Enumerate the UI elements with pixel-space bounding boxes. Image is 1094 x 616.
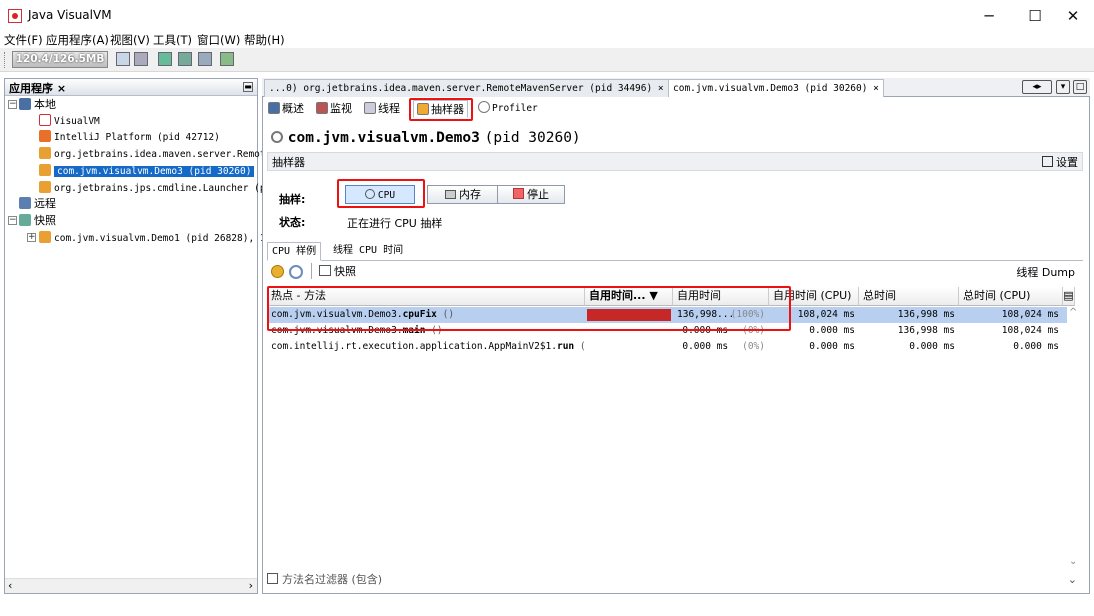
column-chooser-icon[interactable]: ▤	[1063, 287, 1075, 306]
java-icon	[39, 181, 51, 193]
table-row[interactable]: com.intellij.rt.execution.application.Ap…	[267, 339, 1067, 355]
reset-icon[interactable]	[289, 265, 303, 279]
remote-host-icon	[19, 197, 31, 209]
highlight-sampler-tab	[409, 98, 473, 121]
menu-application[interactable]: 应用程序(A)	[46, 32, 109, 48]
stop-button[interactable]: 停止	[497, 185, 565, 204]
tab-profiler[interactable]: Profiler	[475, 100, 541, 118]
tab-demo3[interactable]: com.jvm.visualvm.Demo3 (pid 30260) ×	[668, 79, 884, 97]
expander-snapshots[interactable]: −	[8, 216, 17, 225]
toolbar-grip	[4, 52, 6, 68]
applications-panel-header: 应用程序 × ▬	[5, 79, 257, 96]
scroll-left-icon[interactable]: ‹	[8, 579, 12, 592]
threads-icon	[364, 102, 376, 114]
thread-dump-icon[interactable]	[198, 52, 212, 66]
menu-tools[interactable]: 工具(T)	[153, 32, 192, 48]
tree-node-demo1[interactable]: com.jvm.visualvm.Demo1 (pid 26828), 13	[39, 229, 271, 246]
close-button[interactable]: ✕	[1050, 0, 1094, 32]
open-icon[interactable]	[116, 52, 130, 66]
tab-cpu-samples[interactable]: CPU 样例	[267, 242, 322, 261]
process-title: com.jvm.visualvm.Demo3 (pid 30260)	[271, 128, 581, 146]
status-label: 状态:	[279, 216, 306, 229]
filter-icon	[267, 573, 278, 584]
profiler-icon	[478, 101, 490, 113]
memory-icon	[445, 190, 456, 199]
menu-help[interactable]: 帮助(H)	[244, 32, 285, 48]
java-icon	[39, 164, 51, 176]
tab-list-icon[interactable]: ▾	[1056, 80, 1070, 94]
tab-monitor[interactable]: 监视	[313, 100, 355, 118]
visualvm-icon	[39, 114, 51, 126]
add-jmx-icon[interactable]	[158, 52, 172, 66]
result-tabs: CPU 样例 线程 CPU 时间	[267, 242, 1083, 261]
menu-bar: 文件(F) 应用程序(A) 视图(V) 工具(T) 窗口(W) 帮助(H)	[0, 30, 1094, 48]
tree-node-snapshots[interactable]: 快照	[19, 212, 56, 229]
tab-scroll-icon[interactable]: ◂▸	[1022, 80, 1052, 94]
stop-icon	[513, 188, 524, 199]
tab-threads[interactable]: 线程	[361, 100, 403, 118]
memory-indicator[interactable]: 120.4/126.5MB	[12, 51, 108, 68]
filter-dropdown-icon[interactable]: ⌄	[1068, 571, 1077, 589]
java-icon	[39, 231, 51, 243]
menu-window[interactable]: 窗口(W)	[197, 32, 240, 48]
highlight-cpu-button	[337, 179, 425, 208]
scroll-down-icon[interactable]: ⌄	[1069, 556, 1077, 567]
snapshot-button[interactable]: 快照	[319, 263, 356, 279]
expander-demo1[interactable]: +	[27, 233, 36, 242]
window-title: Java VisualVM	[28, 8, 112, 22]
snapshot-icon[interactable]	[220, 52, 234, 66]
checkbox-icon[interactable]	[1042, 156, 1053, 167]
minimize-button[interactable]: ─	[966, 0, 1012, 32]
save-icon[interactable]	[134, 52, 148, 66]
applications-panel: 应用程序 × ▬ − 本地 VisualVM IntelliJ Platform…	[4, 78, 271, 594]
tree-horizontal-scrollbar[interactable]: ‹ ›	[5, 578, 257, 593]
content-panel: 概述 监视 线程 抽样器 Profiler com.jvm.visualvm.D…	[262, 97, 1090, 594]
sample-label: 抽样:	[279, 193, 306, 206]
tree-node-launcher[interactable]: org.jetbrains.jps.cmdline.Launcher (pi	[39, 179, 271, 196]
maximize-window-icon[interactable]: □	[1073, 80, 1087, 94]
heap-dump-icon[interactable]	[178, 52, 192, 66]
scroll-up-icon[interactable]: ^	[1069, 307, 1077, 318]
java-icon	[39, 147, 51, 159]
tree-node-remote[interactable]: 远程	[19, 195, 56, 212]
java-app-icon	[8, 9, 22, 23]
title-bar: Java VisualVM ─ ☐ ✕	[0, 0, 1094, 32]
monitor-icon	[316, 102, 328, 114]
status-value: 正在进行 CPU 抽样	[347, 217, 443, 230]
settings-checkbox[interactable]: 设置	[1042, 154, 1078, 170]
tab-overview[interactable]: 概述	[265, 100, 307, 118]
tree-node-demo3[interactable]: com.jvm.visualvm.Demo3 (pid 30260)	[39, 162, 255, 179]
tree-node-maven-server[interactable]: org.jetbrains.idea.maven.server.Remote	[39, 145, 271, 162]
snapshots-icon	[19, 214, 31, 226]
tree-node-visualvm[interactable]: VisualVM	[39, 112, 100, 129]
overview-icon	[268, 102, 280, 114]
tree-node-local[interactable]: 本地	[19, 96, 56, 113]
highlight-hotspot-row	[267, 286, 791, 331]
refresh-status-icon	[271, 131, 283, 143]
toolbar: 120.4/126.5MB	[0, 48, 1094, 72]
column-total-time[interactable]: 总时间	[859, 287, 959, 306]
scroll-right-icon[interactable]: ›	[249, 579, 253, 592]
menu-file[interactable]: 文件(F)	[4, 32, 43, 48]
thread-dump-button[interactable]: 线程 Dump	[1016, 264, 1075, 280]
menu-view[interactable]: 视图(V)	[110, 32, 150, 48]
computer-icon	[19, 98, 31, 110]
memory-sample-button[interactable]: 内存	[427, 185, 499, 204]
sampler-header: 抽样器 设置	[267, 152, 1083, 171]
pause-icon[interactable]	[271, 265, 284, 278]
snapshot-icon	[319, 265, 331, 276]
column-total-time-cpu[interactable]: 总时间 (CPU)	[959, 287, 1063, 306]
table-vertical-scrollbar[interactable]: ^ ⌄	[1069, 307, 1079, 567]
expander-local[interactable]: −	[8, 100, 17, 109]
tree-node-intellij[interactable]: IntelliJ Platform (pid 42712)	[39, 128, 220, 145]
applications-panel-title[interactable]: 应用程序 ×	[9, 80, 66, 96]
method-filter[interactable]: 方法名过滤器 (包含) ⌄	[267, 571, 1083, 589]
intellij-icon	[39, 130, 51, 142]
minimize-panel-icon[interactable]: ▬	[243, 82, 253, 92]
toolbar-separator	[311, 263, 312, 279]
tab-maven-server[interactable]: ...0) org.jetbrains.idea.maven.server.Re…	[264, 79, 669, 97]
document-tabs: ...0) org.jetbrains.idea.maven.server.Re…	[262, 78, 1090, 97]
tab-thread-cpu-time[interactable]: 线程 CPU 时间	[329, 242, 407, 261]
